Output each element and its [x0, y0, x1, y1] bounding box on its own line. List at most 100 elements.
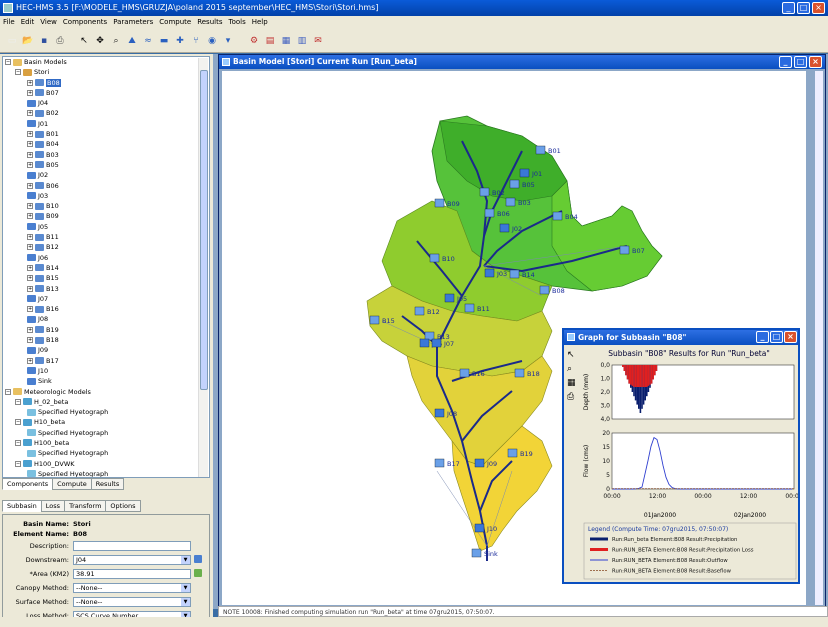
tree-item-b09[interactable]: + B09 — [3, 211, 209, 221]
map-element-j07[interactable]: J07 — [431, 338, 454, 348]
graph-maximize-button[interactable]: □ — [770, 331, 783, 343]
reservoir-icon[interactable]: ▬ — [158, 35, 170, 47]
tree-item-b19[interactable]: + B19 — [3, 325, 209, 335]
expand-toggle-icon[interactable]: − — [15, 398, 21, 405]
tree-item-j10[interactable]: J10 — [3, 366, 209, 376]
map-element-j10[interactable]: J10 — [474, 523, 497, 533]
table-icon[interactable]: ▥ — [296, 35, 308, 47]
map-element-b04[interactable]: B04 — [552, 211, 578, 221]
pointer-icon[interactable]: ↖ — [567, 350, 579, 364]
tree-item-j01[interactable]: J01 — [3, 119, 209, 129]
tree-item-b06[interactable]: + B06 — [3, 181, 209, 191]
close-button[interactable]: × — [812, 2, 825, 14]
tab-results[interactable]: Results — [90, 478, 125, 490]
tab-transform[interactable]: Transform — [64, 500, 107, 512]
graph-close-button[interactable]: × — [784, 331, 797, 343]
expand-toggle-icon[interactable]: + — [27, 110, 33, 117]
expand-toggle-icon[interactable]: + — [27, 151, 33, 158]
arrow-icon[interactable]: ↖ — [78, 35, 90, 47]
graph-icon[interactable]: ▤ — [264, 35, 276, 47]
minimize-button[interactable]: _ — [782, 2, 795, 14]
map-element-b19[interactable]: B19 — [507, 448, 533, 458]
chevron-down-icon[interactable]: ▼ — [181, 556, 190, 564]
expand-toggle-icon[interactable]: + — [27, 131, 33, 138]
zoom-icon[interactable]: ⌕ — [110, 35, 122, 47]
map-element-j01[interactable]: J01 — [519, 168, 542, 178]
expand-toggle-icon[interactable]: + — [27, 326, 33, 333]
map-link-icon[interactable] — [194, 569, 202, 577]
area-field[interactable]: 38.91 — [73, 569, 191, 579]
menu-help[interactable]: Help — [249, 16, 271, 29]
tree-folder-basin-stori[interactable]: − Stori — [3, 67, 209, 77]
menu-parameters[interactable]: Parameters — [110, 16, 156, 29]
basin-minimize-button[interactable]: _ — [779, 56, 792, 68]
expand-toggle-icon[interactable]: + — [27, 161, 33, 168]
tree-item-b10[interactable]: + B10 — [3, 201, 209, 211]
expand-toggle-icon[interactable]: + — [27, 357, 33, 364]
map-element-j03[interactable]: J03 — [484, 268, 507, 278]
tree-item-j08[interactable]: J08 — [3, 314, 209, 324]
expand-toggle-icon[interactable]: + — [27, 306, 33, 313]
map-element-b07[interactable]: B07 — [619, 245, 645, 255]
tree-met-child[interactable]: Specified Hyetograph — [3, 407, 209, 417]
map-element-b14[interactable]: B14 — [509, 269, 535, 279]
map-element-b02[interactable]: B02 — [479, 187, 505, 197]
tree-item-j05[interactable]: J05 — [3, 222, 209, 232]
tree-met-child[interactable]: Specified Hyetograph — [3, 469, 209, 477]
tree-item-b03[interactable]: + B03 — [3, 150, 209, 160]
message-icon[interactable]: ✉ — [312, 35, 324, 47]
map-element-b16[interactable]: B16 — [459, 368, 485, 378]
maximize-button[interactable]: □ — [797, 2, 810, 14]
menu-components[interactable]: Components — [60, 16, 110, 29]
tree-item-j03[interactable]: J03 — [3, 191, 209, 201]
tree-item-b04[interactable]: + B04 — [3, 139, 209, 149]
tree-item-j02[interactable]: J02 — [3, 170, 209, 180]
tab-subbasin[interactable]: Subbasin — [2, 500, 42, 512]
menu-results[interactable]: Results — [194, 16, 225, 29]
menu-tools[interactable]: Tools — [225, 16, 248, 29]
tab-components[interactable]: Components — [2, 478, 54, 490]
chevron-down-icon[interactable]: ▼ — [181, 584, 190, 592]
tree-item-b13[interactable]: + B13 — [3, 284, 209, 294]
new-icon[interactable]: ▭ — [6, 35, 18, 47]
map-element-j02[interactable]: J02 — [499, 223, 522, 233]
tree-item-b12[interactable]: + B12 — [3, 242, 209, 252]
expand-toggle-icon[interactable]: + — [27, 264, 33, 271]
map-element-b06[interactable]: B06 — [484, 208, 510, 218]
expand-toggle-icon[interactable]: − — [15, 460, 21, 467]
reach-icon[interactable]: ≈ — [142, 35, 154, 47]
tree-folder-met-models[interactable]: − Meteorologic Models — [3, 387, 209, 397]
tree-item-b08[interactable]: + B08 — [3, 78, 209, 88]
table-icon[interactable]: ▦ — [567, 378, 579, 392]
tree-met-h100_beta[interactable]: − H100_beta — [3, 438, 209, 448]
tab-options[interactable]: Options — [105, 500, 141, 512]
tree-met-h_02_beta[interactable]: − H_02_beta — [3, 397, 209, 407]
map-element-b10[interactable]: B10 — [429, 253, 455, 263]
expand-toggle-icon[interactable]: + — [27, 203, 33, 210]
tree-item-j04[interactable]: J04 — [3, 98, 209, 108]
results-graph[interactable]: Subbasin "B08" Results for Run "Run_beta… — [580, 347, 798, 582]
basin-close-button[interactable]: × — [809, 56, 822, 68]
expand-toggle-icon[interactable]: + — [27, 141, 33, 148]
tree-item-b15[interactable]: + B15 — [3, 273, 209, 283]
tree-met-h100_dvwk[interactable]: − H100_DVWK — [3, 459, 209, 469]
map-element-b01[interactable]: B01 — [535, 145, 561, 155]
tree-item-b05[interactable]: + B05 — [3, 160, 209, 170]
open-icon[interactable]: 📂 — [22, 35, 34, 47]
compute-icon[interactable]: ⚙ — [248, 35, 260, 47]
junction-icon[interactable]: ✚ — [174, 35, 186, 47]
expand-toggle-icon[interactable]: − — [5, 59, 11, 65]
graph-minimize-button[interactable]: _ — [756, 331, 769, 343]
subbasin-icon[interactable]: ⛰ — [126, 35, 138, 47]
menu-file[interactable]: File — [0, 16, 18, 29]
basin-maximize-button[interactable]: □ — [794, 56, 807, 68]
tree-item-b01[interactable]: + B01 — [3, 129, 209, 139]
tree-item-b18[interactable]: + B18 — [3, 335, 209, 345]
expand-toggle-icon[interactable]: − — [15, 69, 21, 76]
map-element-b15[interactable]: B15 — [369, 315, 395, 325]
map-element-b08[interactable]: B08 — [539, 285, 565, 295]
menu-compute[interactable]: Compute — [156, 16, 194, 29]
expand-toggle-icon[interactable]: + — [27, 213, 33, 220]
map-element-j09[interactable]: J09 — [474, 458, 497, 468]
tree-item-b14[interactable]: + B14 — [3, 263, 209, 273]
